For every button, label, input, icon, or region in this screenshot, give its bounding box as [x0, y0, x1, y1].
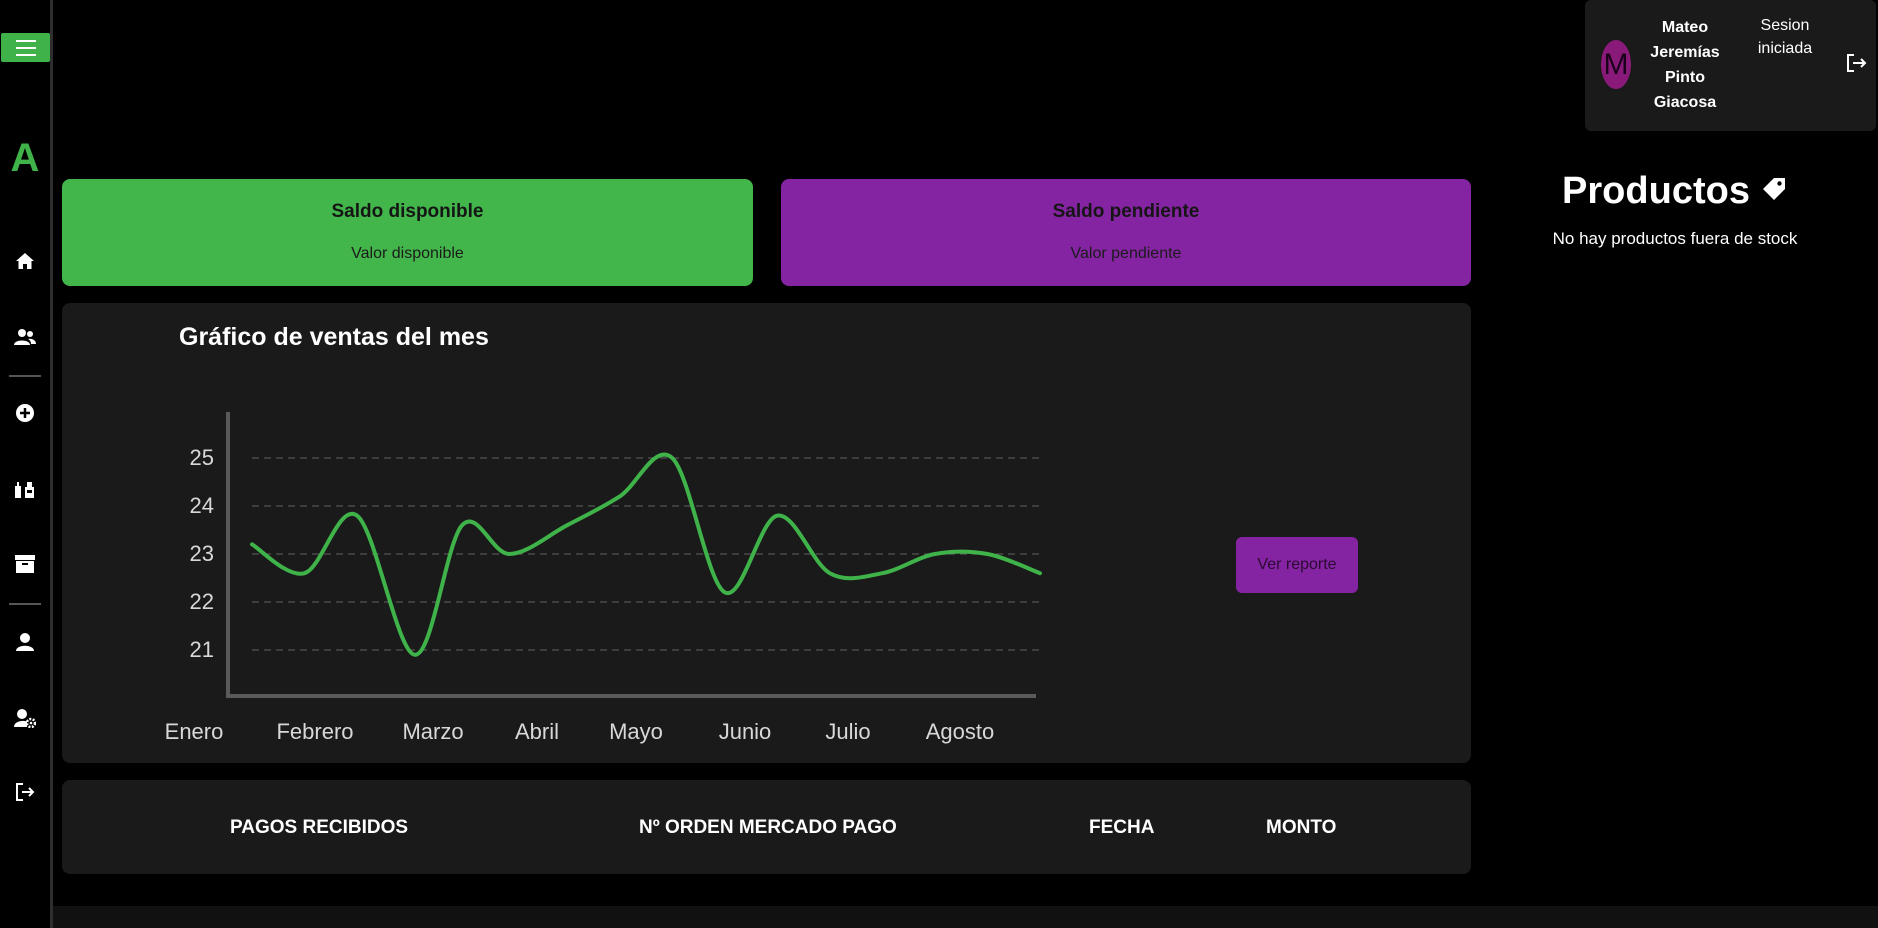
tag-icon [1760, 170, 1788, 213]
available-balance-card: Saldo disponible Valor disponible [62, 179, 753, 286]
available-balance-value: Valor disponible [351, 245, 464, 262]
available-balance-title: Saldo disponible [331, 201, 484, 222]
column-header-amount: MONTO [1266, 817, 1337, 838]
x-tick-label: Febrero [276, 719, 353, 744]
home-icon[interactable] [0, 246, 50, 276]
products-out-of-stock-note: No hay productos fuera de stock [1552, 229, 1798, 248]
profile-icon[interactable] [0, 627, 50, 657]
sales-series-line [250, 452, 1042, 657]
add-circle-icon[interactable] [0, 398, 50, 428]
sidebar: A [0, 0, 53, 928]
products-heading: Productos [1545, 170, 1805, 213]
column-header-order-number: Nº ORDEN MERCADO PAGO [639, 817, 897, 838]
sales-chart-panel: Gráfico de ventas del mes 21 22 23 24 25 Ener… [62, 303, 1471, 763]
sidebar-divider [9, 603, 41, 605]
x-tick-label: Enero [165, 719, 224, 744]
user-settings-icon[interactable] [0, 703, 50, 733]
x-tick-label: Agosto [926, 719, 995, 744]
avatar[interactable]: M [1601, 40, 1631, 89]
products-icon[interactable] [0, 474, 50, 504]
sales-line-chart: 21 22 23 24 25 Enero Febrero Marzo Abril Mayo Juni… [165, 412, 1042, 744]
session-status: Sesion iniciada [1757, 17, 1813, 57]
menu-toggle-button[interactable] [1, 33, 50, 62]
x-tick-label: Marzo [402, 719, 463, 744]
x-tick-label: Mayo [609, 719, 663, 744]
brand-logo: A [10, 136, 40, 180]
x-tick-label: Junio [719, 719, 772, 744]
column-header-date: FECHA [1089, 817, 1155, 838]
payments-table-header: PAGOS RECIBIDOS Nº ORDEN MERCADO PAGO FE… [62, 780, 1471, 874]
logout-icon[interactable] [0, 777, 50, 807]
user-name: Mateo Jeremías Pinto Giacosa [1650, 19, 1720, 111]
view-report-button[interactable]: Ver reporte [1236, 537, 1358, 593]
x-tick-label: Abril [515, 719, 559, 744]
sidebar-divider [9, 375, 41, 377]
products-title: Productos [1562, 170, 1750, 212]
column-header-payments: PAGOS RECIBIDOS [230, 817, 409, 838]
pending-balance-title: Saldo pendiente [1052, 201, 1200, 222]
user-session-panel: M Mateo Jeremías Pinto Giacosa Sesion in… [1585, 0, 1876, 131]
pending-balance-value: Valor pendiente [1070, 245, 1182, 262]
x-tick-label: Julio [825, 719, 870, 744]
pending-balance-card: Saldo pendiente Valor pendiente [781, 179, 1471, 286]
y-tick-label: 25 [190, 445, 214, 470]
logout-icon[interactable] [1845, 52, 1867, 74]
y-tick-label: 23 [190, 541, 214, 566]
y-tick-label: 24 [190, 493, 214, 518]
users-icon[interactable] [0, 322, 50, 352]
archive-icon[interactable] [0, 549, 50, 579]
y-tick-label: 22 [190, 589, 214, 614]
bottom-strip [53, 906, 1878, 928]
y-tick-label: 21 [190, 637, 214, 662]
